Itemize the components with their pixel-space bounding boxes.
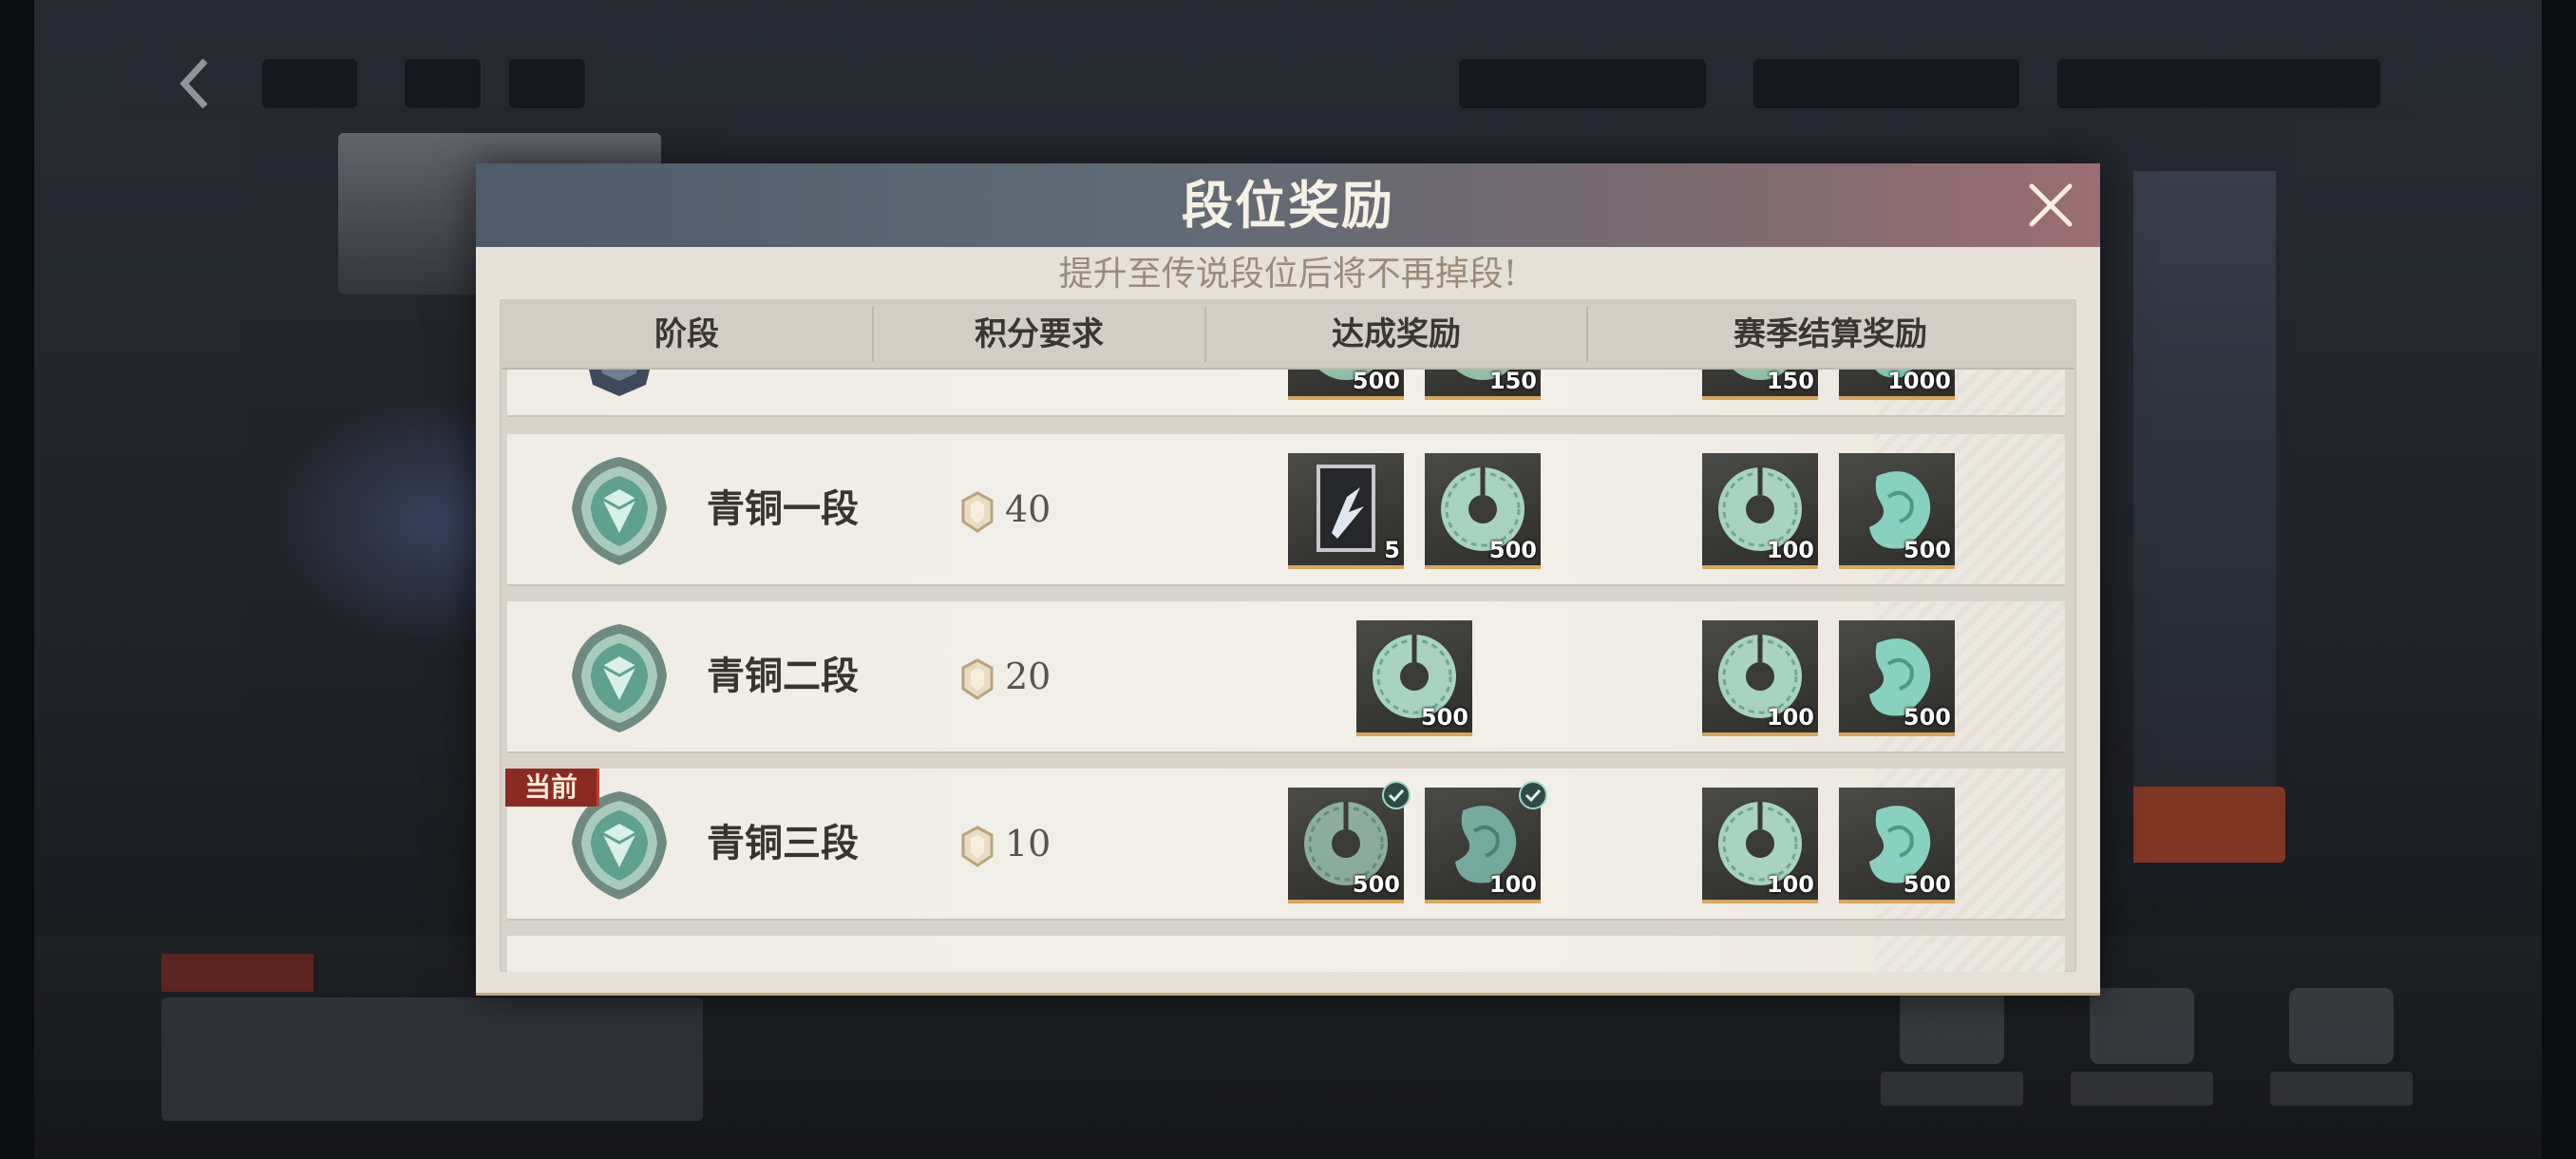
checkmark-icon [1519,781,1547,809]
reward-quantity: 1000 [1887,370,1951,394]
reward-quantity: 150 [1766,370,1814,394]
background-character-portrait [2133,171,2276,855]
season-reward-item[interactable]: 1000 [1839,370,1955,400]
rank-name: 青铜三段 [707,821,859,865]
reward-item[interactable]: 5 [1288,453,1404,569]
reward-quantity: 500 [1903,871,1951,898]
reward-quantity: 500 [1352,370,1400,394]
background-menu-box [262,59,357,108]
back-icon [177,46,234,122]
bronze-rank-emblem-icon [572,457,667,565]
background-chat-tag [161,954,313,992]
header-points: 积分要求 [975,315,1104,353]
close-button[interactable] [2022,177,2079,234]
reward-item[interactable]: 500 [1288,370,1404,400]
points-token-icon [961,658,994,700]
season-reward-item[interactable]: 500 [1839,620,1955,736]
background-nav-label [2071,1072,2213,1106]
reward-quantity: 100 [1766,871,1814,898]
dialog-subtitle: 提升至传说段位后将不再掉段! [1058,255,1518,294]
season-reward-item[interactable]: 500 [1839,453,1955,569]
reward-quantity: 500 [1420,704,1468,731]
table-row: 青铜一段 40 5 500 100 500 [507,434,2065,584]
header-stage: 阶段 [654,315,719,353]
reward-item[interactable]: 500 [1356,620,1472,736]
background-top-bar [177,46,2504,122]
reward-item-claimed[interactable]: 500 [1288,781,1411,903]
background-nav-icon [1900,988,2004,1064]
silver-rank-emblem-icon [589,370,650,396]
table-row: 青铜二段 20 500 100 500 [507,601,2065,751]
points-token-icon [961,491,994,533]
season-reward-item[interactable]: 500 [1839,788,1955,903]
rank-rewards-dialog: 段位奖励 提升至传说段位后将不再掉段! 阶段 积分要求 达成奖励 赛季结算奖励 [476,163,2100,996]
background-nav-label [2270,1072,2413,1106]
reward-item[interactable]: 500 [1425,453,1541,569]
season-reward-item[interactable]: 100 [1702,620,1818,736]
table-header-row: 阶段 积分要求 达成奖励 赛季结算奖励 [502,301,2074,370]
background-chat-box [161,998,703,1121]
background-action-button [2133,787,2285,863]
rewards-list[interactable]: 500 150 150 1000 青铜一段 40 5 500 100 500 青… [502,370,2074,972]
background-currency-3 [2057,59,2380,108]
rewards-table: 阶段 积分要求 达成奖励 赛季结算奖励 500 150 150 1000 青铜一… [500,299,2076,972]
background-currency-2 [1753,59,2019,108]
points-token-icon [961,826,994,867]
card-frame-icon [1316,465,1375,552]
rank-name: 青铜一段 [707,486,859,531]
reward-item-claimed[interactable]: 100 [1425,781,1547,903]
reward-quantity: 500 [1903,704,1951,731]
points-value: 40 [1005,488,1051,530]
row-decoration [1875,936,2065,972]
rank-name: 青铜二段 [707,654,859,698]
background-currency-1 [1459,59,1706,108]
table-row-current: 当前 青铜三段 10 500 100 100 500 [505,769,2065,919]
table-row: 500 150 150 1000 [507,370,2065,415]
reward-quantity: 150 [1488,370,1537,394]
background-nav-icon [2090,988,2194,1064]
dialog-title: 段位奖励 [1182,175,1394,236]
table-row [507,936,2065,972]
reward-quantity: 500 [1352,871,1400,898]
close-icon [2029,183,2073,227]
season-reward-item[interactable]: 150 [1702,370,1818,400]
reward-quantity: 5 [1384,537,1400,563]
bronze-rank-emblem-icon [572,624,667,732]
current-rank-badge: 当前 [505,769,599,807]
reward-item[interactable]: 150 [1425,370,1541,400]
reward-quantity: 100 [1766,537,1814,563]
points-value: 20 [1005,656,1051,697]
season-reward-item[interactable]: 100 [1702,453,1818,569]
background-home-box [405,59,481,108]
header-season-rewards: 赛季结算奖励 [1733,315,1927,353]
background-icon-box [509,59,585,108]
header-rewards: 达成奖励 [1332,315,1461,353]
points-value: 10 [1005,823,1051,864]
reward-quantity: 500 [1903,537,1951,563]
reward-quantity: 100 [1766,704,1814,731]
season-reward-item[interactable]: 100 [1702,788,1818,903]
background-nav-icon [2289,988,2394,1064]
reward-quantity: 100 [1488,871,1537,898]
checkmark-icon [1382,781,1411,809]
reward-quantity: 500 [1488,537,1537,563]
background-nav-label [1881,1072,2023,1106]
